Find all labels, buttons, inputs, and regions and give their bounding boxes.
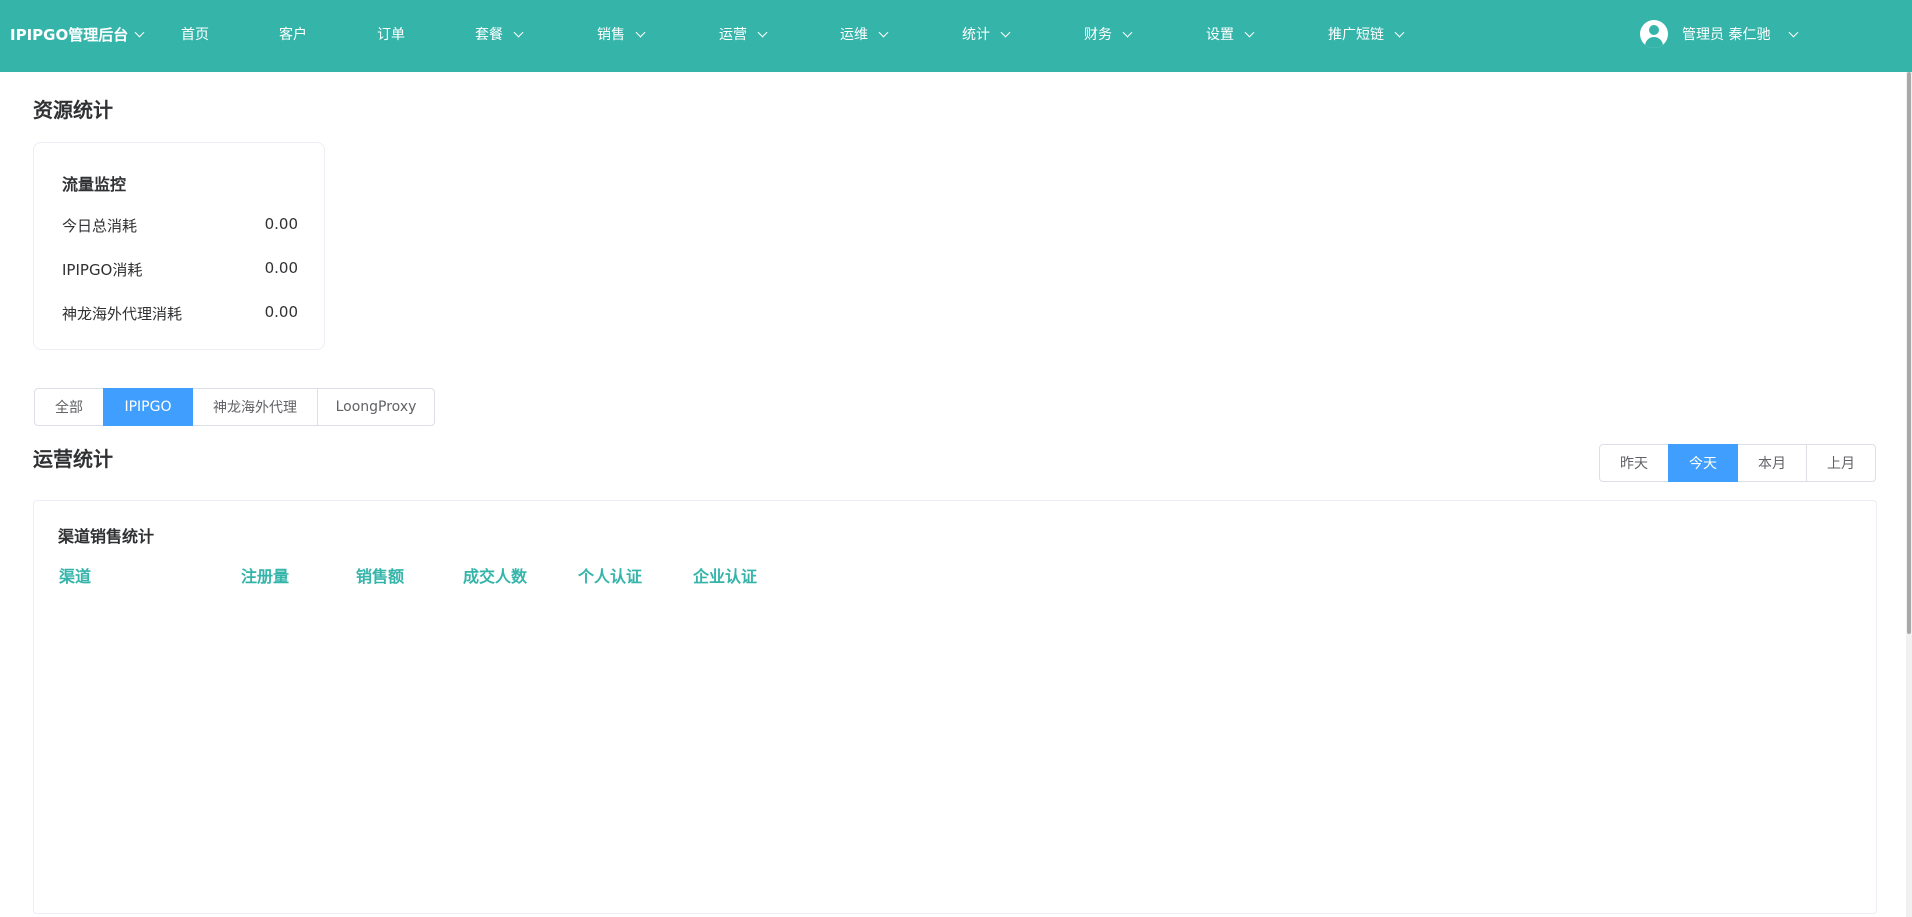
period-yesterday[interactable]: 昨天 — [1599, 444, 1669, 482]
card-title: 流量监控 — [62, 175, 127, 194]
chevron-down-icon — [1000, 27, 1011, 37]
user-menu[interactable]: 管理员 秦仁驰 — [1640, 20, 1799, 48]
nav-item-operations[interactable]: 运营 — [719, 24, 768, 44]
column-header-channel: 渠道 — [59, 567, 92, 586]
chevron-down-icon — [1394, 27, 1405, 37]
nav-item-finance[interactable]: 财务 — [1084, 24, 1133, 44]
stat-value: 0.00 — [264, 215, 298, 233]
nav-item-label: 订单 — [377, 27, 405, 43]
chevron-down-icon — [1789, 27, 1799, 37]
channel-sales-panel: 渠道销售统计 渠道 注册量 销售额 成交人数 个人认证 企业认证 — [33, 500, 1877, 914]
stat-value: 0.00 — [264, 259, 298, 277]
nav-item-label: 设置 — [1206, 27, 1234, 43]
chevron-down-icon — [635, 27, 646, 37]
stat-row-shenlong: 神龙海外代理消耗 0.00 — [62, 303, 298, 324]
nav-item-label: 财务 — [1084, 27, 1112, 43]
period-this-month[interactable]: 本月 — [1737, 444, 1807, 482]
traffic-monitor-card: 流量监控 今日总消耗 0.00 IPIPGO消耗 0.00 神龙海外代理消耗 0… — [33, 142, 325, 350]
nav-item-orders[interactable]: 订单 — [377, 24, 405, 44]
period-last-month[interactable]: 上月 — [1806, 444, 1876, 482]
stat-value: 0.00 — [264, 303, 298, 321]
period-today[interactable]: 今天 — [1668, 444, 1738, 482]
product-filter-group: 全部 IPIPGO 神龙海外代理 LoongProxy — [34, 388, 435, 426]
chevron-down-icon — [134, 27, 145, 38]
column-header-registrations: 注册量 — [241, 567, 290, 586]
section-title-resources: 资源统计 — [33, 98, 113, 122]
nav-item-label: 套餐 — [475, 27, 503, 43]
tab-all[interactable]: 全部 — [34, 388, 104, 426]
nav-item-label: 运营 — [719, 27, 747, 43]
tab-ipipgo[interactable]: IPIPGO — [103, 388, 193, 426]
nav-item-label: 销售 — [597, 27, 625, 43]
column-header-buyers: 成交人数 — [463, 567, 528, 586]
nav-item-label: 客户 — [279, 27, 307, 43]
column-header-personal-verified: 个人认证 — [578, 567, 643, 586]
nav-item-short-links[interactable]: 推广短链 — [1328, 24, 1405, 44]
panel-title: 渠道销售统计 — [58, 527, 155, 546]
scrollbar-thumb[interactable] — [1907, 72, 1911, 634]
nav-item-statistics[interactable]: 统计 — [962, 24, 1011, 44]
brand-menu[interactable]: IPIPGO管理后台 — [10, 24, 145, 45]
chevron-down-icon — [757, 27, 768, 37]
tab-shenlong[interactable]: 神龙海外代理 — [192, 388, 318, 426]
tab-loongproxy[interactable]: LoongProxy — [317, 388, 435, 426]
nav-item-sales[interactable]: 销售 — [597, 24, 646, 44]
section-title-operations: 运营统计 — [33, 447, 113, 471]
stat-label: 神龙海外代理消耗 — [62, 305, 183, 323]
page-scrollbar[interactable] — [1906, 72, 1912, 917]
top-nav-bar: IPIPGO管理后台 首页 客户 订单 套餐 销售 运营 运维 统计 财务 设置… — [0, 0, 1912, 72]
nav-item-maintenance[interactable]: 运维 — [840, 24, 889, 44]
nav-item-label: 推广短链 — [1328, 27, 1384, 43]
stat-label: IPIPGO消耗 — [62, 261, 143, 279]
avatar-icon — [1640, 20, 1668, 48]
brand-title: IPIPGO管理后台 — [10, 26, 129, 44]
user-name: 管理员 秦仁驰 — [1682, 27, 1771, 43]
nav-item-label: 运维 — [840, 27, 868, 43]
nav-item-packages[interactable]: 套餐 — [475, 24, 524, 44]
stat-label: 今日总消耗 — [62, 217, 138, 235]
period-filter-group: 昨天 今天 本月 上月 — [1599, 444, 1876, 482]
nav-item-label: 首页 — [181, 27, 209, 43]
stat-row-ipipgo: IPIPGO消耗 0.00 — [62, 259, 298, 280]
nav-item-label: 统计 — [962, 27, 990, 43]
column-header-enterprise-verified: 企业认证 — [693, 567, 758, 586]
chevron-down-icon — [1122, 27, 1133, 37]
nav-item-home[interactable]: 首页 — [181, 24, 209, 44]
column-header-sales-amount: 销售额 — [356, 567, 405, 586]
chevron-down-icon — [878, 27, 889, 37]
nav-item-settings[interactable]: 设置 — [1206, 24, 1255, 44]
chevron-down-icon — [1244, 27, 1255, 37]
chevron-down-icon — [513, 27, 524, 37]
stat-row-today-total: 今日总消耗 0.00 — [62, 215, 298, 236]
nav-item-customers[interactable]: 客户 — [279, 24, 307, 44]
